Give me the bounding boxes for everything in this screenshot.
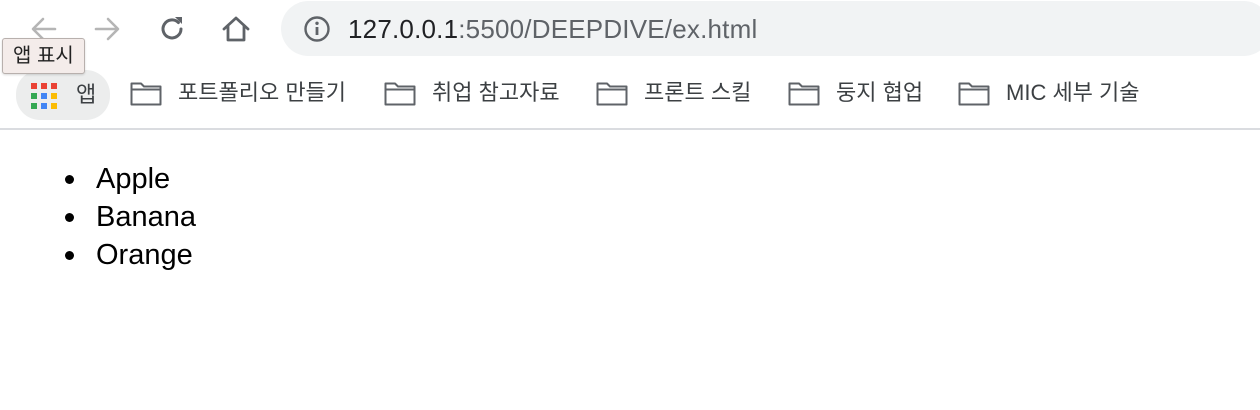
apps-tooltip: 앱 표시 [2,38,85,74]
folder-icon [596,82,628,106]
reload-icon [161,17,183,40]
forward-button[interactable] [88,10,126,48]
folder-icon [958,82,990,106]
reload-button[interactable] [153,10,191,48]
apps-shortcut[interactable]: 앱 [16,70,110,120]
page-content: Apple Banana Orange [0,130,1260,410]
bookmark-folder-mic-tech[interactable]: MIC 세부 기술 [958,76,1140,110]
bookmark-folder-nest-collab[interactable]: 둥지 협업 [788,76,923,110]
apps-grid-icon [31,83,57,109]
bookmark-label: 포트폴리오 만들기 [178,80,347,105]
home-button[interactable] [217,10,255,48]
folder-icon [384,82,416,106]
home-icon [222,16,250,42]
bookmark-folder-portfolio[interactable]: 포트폴리오 만들기 [130,76,346,110]
url-path: :5500/DEEPDIVE/ex.html [458,14,758,44]
arrow-right-icon [94,17,120,41]
fruit-list: Apple Banana Orange [0,160,196,274]
address-bar[interactable]: 127.0.0.1:5500/DEEPDIVE/ex.html [281,1,1260,56]
list-item: Apple [65,160,196,198]
bookmark-label: 취업 참고자료 [432,80,560,105]
list-item: Banana [65,198,196,236]
folder-icon [788,82,820,106]
bookmark-label: MIC 세부 기술 [1006,80,1140,105]
url-host: 127.0.0.1 [348,14,459,44]
folder-icon [130,82,162,106]
browser-toolbar: 127.0.0.1:5500/DEEPDIVE/ex.html [0,0,1260,60]
url-text[interactable]: 127.0.0.1:5500/DEEPDIVE/ex.html [348,13,757,45]
info-icon[interactable] [303,15,331,43]
bookmark-folder-job-references[interactable]: 취업 참고자료 [384,76,560,110]
bookmark-label: 프론트 스킬 [644,80,752,105]
list-item: Orange [65,236,196,274]
apps-label: 앱 [76,82,97,107]
bookmark-folder-frontend-skills[interactable]: 프론트 스킬 [596,76,751,110]
bookmarks-bar: 앱 포트폴리오 만들기 취업 참고자료 프론트 스킬 둥지 협업 MIC 세부 … [0,66,1260,120]
bookmark-label: 둥지 협업 [836,80,924,105]
